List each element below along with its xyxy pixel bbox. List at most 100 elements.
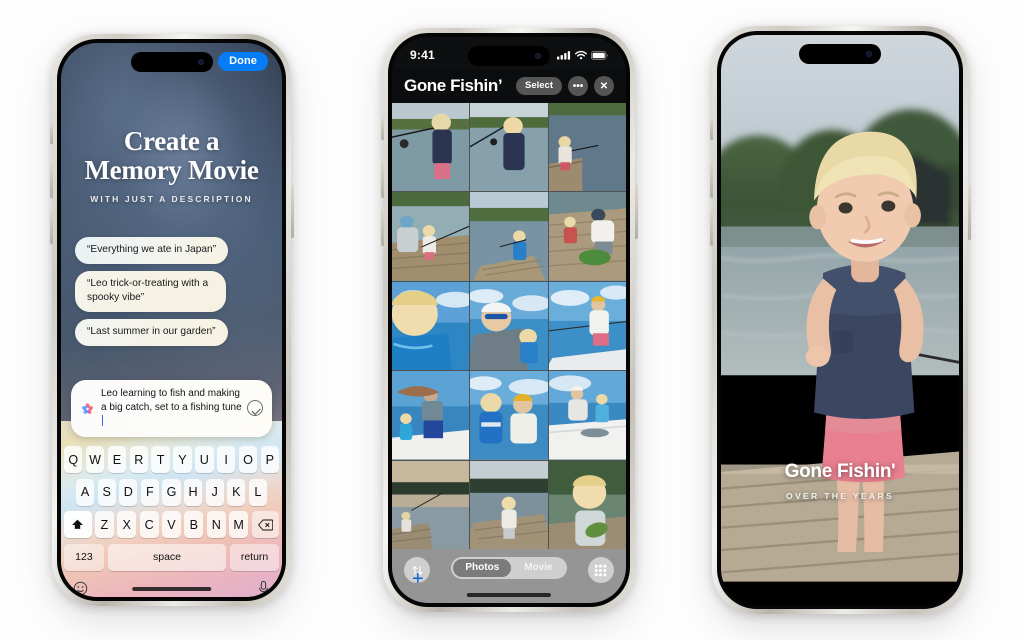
key-a[interactable]: A xyxy=(76,478,95,506)
key-k[interactable]: K xyxy=(227,478,246,506)
shift-icon[interactable] xyxy=(63,511,92,538)
photo-cell[interactable] xyxy=(470,281,548,371)
tab-photos[interactable]: Photos xyxy=(453,559,512,577)
grid-glyph xyxy=(595,564,607,576)
key-c[interactable]: C xyxy=(139,511,159,538)
photo-cell[interactable] xyxy=(392,371,470,460)
phone-middle-screen: 9:41 Gone Fishin’ Select ••• ✕ Photos Mo… xyxy=(392,37,626,603)
space-key[interactable]: space xyxy=(107,543,227,571)
phone-right-bezel: Gone Fishin' OVER THE YEARS xyxy=(717,31,963,609)
mute-switch[interactable] xyxy=(709,118,713,140)
key-w[interactable]: W xyxy=(85,446,105,473)
photo-thumb-n xyxy=(470,460,548,549)
return-key[interactable]: return xyxy=(230,543,279,571)
select-button[interactable]: Select xyxy=(516,77,562,95)
photo-thumb-b xyxy=(470,103,548,192)
photo-cell[interactable] xyxy=(470,460,548,549)
composer-subtitle: WITH JUST A DESCRIPTION xyxy=(90,194,253,204)
volume-up-button[interactable] xyxy=(49,162,53,198)
photo-cell[interactable] xyxy=(548,192,626,281)
photo-cell[interactable] xyxy=(548,460,626,549)
power-button[interactable] xyxy=(290,184,294,238)
close-icon[interactable]: ✕ xyxy=(594,76,614,96)
dynamic-island xyxy=(799,44,881,64)
composer-title-line1: Create a xyxy=(123,126,220,156)
photo-thumb-h xyxy=(470,281,548,371)
phone-middle-bezel: 9:41 Gone Fishin’ Select ••• ✕ Photos Mo… xyxy=(388,33,630,607)
power-button[interactable] xyxy=(967,184,971,240)
phone-right: Gone Fishin' OVER THE YEARS xyxy=(709,26,971,614)
view-mode-segmented-control[interactable]: Photos Movie xyxy=(451,557,567,579)
key-l[interactable]: L xyxy=(248,478,267,506)
volume-down-button[interactable] xyxy=(709,208,713,246)
photo-cell[interactable] xyxy=(548,281,626,371)
suggestion-pill[interactable]: “Everything we ate in Japan” xyxy=(75,237,229,264)
key-t[interactable]: T xyxy=(151,446,170,473)
cellular-signal-icon xyxy=(557,51,571,60)
key-n[interactable]: N xyxy=(206,511,226,538)
volume-up-button[interactable] xyxy=(709,160,713,198)
microphone-icon[interactable] xyxy=(257,580,270,597)
composer-title-line2: Memory Movie xyxy=(84,155,259,185)
mute-switch[interactable] xyxy=(380,118,384,140)
key-h[interactable]: H xyxy=(183,478,203,506)
key-z[interactable]: Z xyxy=(94,511,114,538)
composer-heading: Create a Memory Movie WITH JUST A DESCRI… xyxy=(61,126,282,205)
key-y[interactable]: Y xyxy=(173,446,192,473)
photo-thumb-j xyxy=(392,371,470,460)
status-icons xyxy=(557,50,608,60)
key-b[interactable]: B xyxy=(184,511,204,538)
photo-cell[interactable] xyxy=(548,371,626,460)
key-j[interactable]: J xyxy=(205,478,224,506)
photo-cell[interactable] xyxy=(392,281,470,371)
key-v[interactable]: V xyxy=(162,511,181,538)
description-input-card[interactable]: Leo learning to fish and making a big ca… xyxy=(71,380,272,437)
key-u[interactable]: U xyxy=(195,446,214,473)
photo-thumb-g xyxy=(392,281,470,371)
key-f[interactable]: F xyxy=(140,478,159,506)
photo-cell[interactable] xyxy=(392,103,470,192)
photo-thumb-l xyxy=(548,371,626,460)
volume-up-button[interactable] xyxy=(380,160,384,198)
photo-cell[interactable] xyxy=(392,460,470,549)
volume-down-button[interactable] xyxy=(49,208,53,244)
album-header: Gone Fishin’ Select ••• ✕ xyxy=(392,69,626,103)
photo-cell[interactable] xyxy=(392,192,470,281)
check-circle-icon[interactable] xyxy=(247,400,263,416)
key-d[interactable]: D xyxy=(119,478,138,506)
photo-thumb-e xyxy=(470,192,548,281)
key-x[interactable]: X xyxy=(117,511,137,538)
backspace-icon[interactable] xyxy=(251,511,280,538)
photo-cell[interactable] xyxy=(548,103,626,192)
phone-left: Done Create a Memory Movie WITH JUST A D… xyxy=(49,34,294,606)
emoji-icon[interactable] xyxy=(73,581,88,596)
suggestion-pill[interactable]: “Leo trick-or-treating with a spooky vib… xyxy=(75,271,226,312)
photo-cell[interactable] xyxy=(470,103,548,192)
album-actions: Select ••• ✕ xyxy=(516,76,614,96)
more-options-icon[interactable]: ••• xyxy=(568,76,588,96)
wifi-icon xyxy=(575,50,587,60)
key-p[interactable]: P xyxy=(260,446,280,473)
photo-cell[interactable] xyxy=(470,371,548,460)
power-button[interactable] xyxy=(634,183,638,239)
mute-switch[interactable] xyxy=(49,122,53,144)
numbers-key[interactable]: 123 xyxy=(64,543,104,571)
done-button[interactable]: Done xyxy=(218,52,268,71)
plus-icon[interactable]: + xyxy=(412,569,424,589)
key-s[interactable]: S xyxy=(97,478,116,506)
photo-cell[interactable] xyxy=(470,192,548,281)
memory-subtitle: OVER THE YEARS xyxy=(786,491,894,501)
key-i[interactable]: I xyxy=(216,446,236,473)
suggestion-pill[interactable]: “Last summer in our garden” xyxy=(75,319,228,346)
keyboard-row-1: Q W E R T Y U I O P xyxy=(63,446,280,473)
key-g[interactable]: G xyxy=(162,478,181,506)
description-input-field[interactable]: Leo learning to fish and making a big ca… xyxy=(101,387,247,429)
key-r[interactable]: R xyxy=(129,446,148,473)
key-o[interactable]: O xyxy=(238,446,258,473)
key-m[interactable]: M xyxy=(229,511,249,538)
key-q[interactable]: Q xyxy=(63,446,83,473)
grid-view-icon[interactable] xyxy=(587,557,614,583)
volume-down-button[interactable] xyxy=(380,208,384,246)
key-e[interactable]: E xyxy=(107,446,127,473)
tab-movie[interactable]: Movie xyxy=(512,559,564,577)
